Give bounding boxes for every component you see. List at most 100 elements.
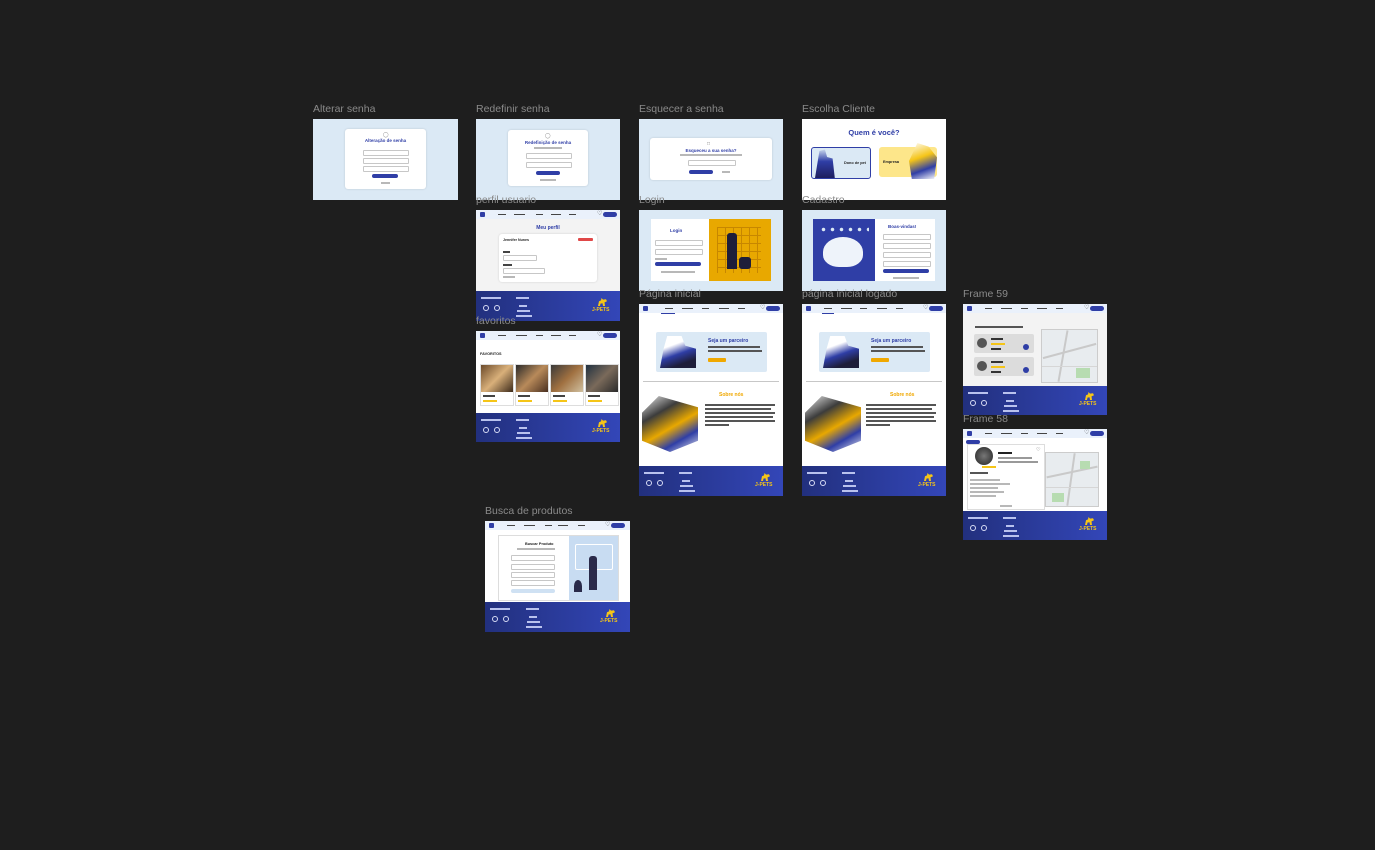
user-menu[interactable] <box>603 212 617 217</box>
nav-link[interactable] <box>498 334 506 336</box>
confirm-password-field[interactable] <box>363 166 409 172</box>
frame-label[interactable]: Cadastro <box>802 194 845 206</box>
confirm-button[interactable] <box>372 174 398 178</box>
nav-link[interactable] <box>1021 307 1028 309</box>
frame-label[interactable]: Login <box>639 194 665 206</box>
facebook-icon[interactable] <box>503 616 509 622</box>
nav-link[interactable] <box>569 213 576 215</box>
current-password-field[interactable] <box>363 150 409 156</box>
nav-link[interactable] <box>896 307 903 309</box>
footer-link[interactable] <box>680 485 693 487</box>
nav-link[interactable] <box>545 524 552 526</box>
frame-cadastro[interactable]: Cadastro Boas-vindas! <box>802 194 946 291</box>
phone-field[interactable] <box>503 268 545 274</box>
nav-link[interactable] <box>1001 432 1012 434</box>
product-field[interactable] <box>511 555 555 561</box>
frame-perfil-usuario[interactable]: perfil usuario ♡ Meu perfil Jennifer Nun… <box>476 194 620 321</box>
logout-link[interactable] <box>503 276 515 278</box>
footer-link[interactable] <box>526 626 542 628</box>
heart-icon[interactable]: ♡ <box>923 305 928 311</box>
frame-escolha-cliente[interactable]: Escolha Cliente Quem é você? Dono de pet… <box>802 103 946 200</box>
user-menu[interactable] <box>929 306 943 311</box>
confirm-password-field[interactable] <box>883 261 931 267</box>
login-link[interactable] <box>893 277 919 279</box>
nav-link[interactable] <box>514 213 525 215</box>
password-field[interactable] <box>883 252 931 258</box>
map-view[interactable] <box>1045 452 1099 507</box>
footer-link[interactable] <box>1004 405 1017 407</box>
nav-logo[interactable] <box>643 306 648 311</box>
heart-icon[interactable]: ♡ <box>760 305 765 311</box>
location-field[interactable] <box>511 580 555 586</box>
instagram-icon[interactable] <box>483 427 489 433</box>
signup-button[interactable] <box>883 269 929 273</box>
facebook-icon[interactable] <box>657 480 663 486</box>
facebook-icon[interactable] <box>981 400 987 406</box>
nav-link[interactable] <box>1056 432 1063 434</box>
nav-link[interactable] <box>877 307 887 309</box>
email-field[interactable] <box>883 243 931 249</box>
edit-button[interactable] <box>578 238 593 241</box>
company-option[interactable]: Empresa <box>879 143 937 179</box>
see-more-link[interactable] <box>1000 505 1012 507</box>
nav-link[interactable] <box>1001 307 1012 309</box>
nav-link[interactable] <box>824 307 832 309</box>
nav-link[interactable] <box>516 334 527 336</box>
heart-icon[interactable]: ♡ <box>597 211 602 217</box>
footer-link[interactable] <box>682 480 690 482</box>
password-field[interactable] <box>655 249 703 255</box>
footer-link[interactable] <box>679 490 695 492</box>
nav-link[interactable] <box>719 307 729 309</box>
frame-pagina-inicial-logado[interactable]: página inicial logado ♡ Seja um parceiro… <box>802 288 946 496</box>
footer-link[interactable] <box>1004 530 1017 532</box>
search-button[interactable] <box>511 589 555 593</box>
new-password-field[interactable] <box>363 158 409 164</box>
login-button[interactable] <box>655 262 701 266</box>
company-card-1[interactable] <box>974 334 1034 353</box>
facebook-icon[interactable] <box>981 525 987 531</box>
frame-label[interactable]: Frame 58 <box>963 413 1008 425</box>
footer-link[interactable] <box>529 616 537 618</box>
nav-link[interactable] <box>507 524 515 526</box>
frame-alterar-senha[interactable]: Alterar senha ◯ Alteração de senha <box>313 103 458 200</box>
nav-link[interactable] <box>524 524 535 526</box>
nav-link[interactable] <box>985 307 992 309</box>
frame-login[interactable]: Login Login <box>639 194 783 291</box>
nav-link[interactable] <box>860 307 867 309</box>
footer-link[interactable] <box>842 490 858 492</box>
signup-link[interactable] <box>661 271 695 273</box>
map-view[interactable] <box>1041 329 1098 383</box>
user-menu[interactable] <box>611 523 625 528</box>
footer-link[interactable] <box>527 621 540 623</box>
frame-label[interactable]: perfil usuario <box>476 194 536 206</box>
send-button[interactable] <box>689 170 713 174</box>
favorite-card-3[interactable] <box>550 364 584 406</box>
nav-link[interactable] <box>551 334 561 336</box>
footer-link[interactable] <box>517 432 530 434</box>
nav-link[interactable] <box>738 307 745 309</box>
footer-link[interactable] <box>519 427 527 429</box>
partner-button[interactable] <box>871 358 889 362</box>
nav-link[interactable] <box>1037 432 1047 434</box>
email-field[interactable] <box>655 240 703 246</box>
nav-link[interactable] <box>702 307 709 309</box>
instagram-icon[interactable] <box>492 616 498 622</box>
back-link[interactable] <box>381 182 390 184</box>
nav-link[interactable] <box>536 213 543 215</box>
nav-link[interactable] <box>558 524 568 526</box>
frame-label[interactable]: página inicial logado <box>802 288 897 300</box>
facebook-icon[interactable] <box>494 427 500 433</box>
facebook-icon[interactable] <box>820 480 826 486</box>
price-select[interactable] <box>511 572 555 578</box>
instagram-icon[interactable] <box>970 525 976 531</box>
frame-58[interactable]: Frame 58 ♡ ♡ J-PETS <box>963 413 1107 540</box>
nav-link[interactable] <box>985 432 992 434</box>
partner-button[interactable] <box>708 358 726 362</box>
instagram-icon[interactable] <box>970 400 976 406</box>
save-button[interactable] <box>536 171 560 175</box>
cancel-link[interactable] <box>722 171 730 173</box>
instagram-icon[interactable] <box>646 480 652 486</box>
footer-link[interactable] <box>845 480 853 482</box>
frame-label[interactable]: Página inicial <box>639 288 701 300</box>
frame-label[interactable]: Frame 59 <box>963 288 1008 300</box>
